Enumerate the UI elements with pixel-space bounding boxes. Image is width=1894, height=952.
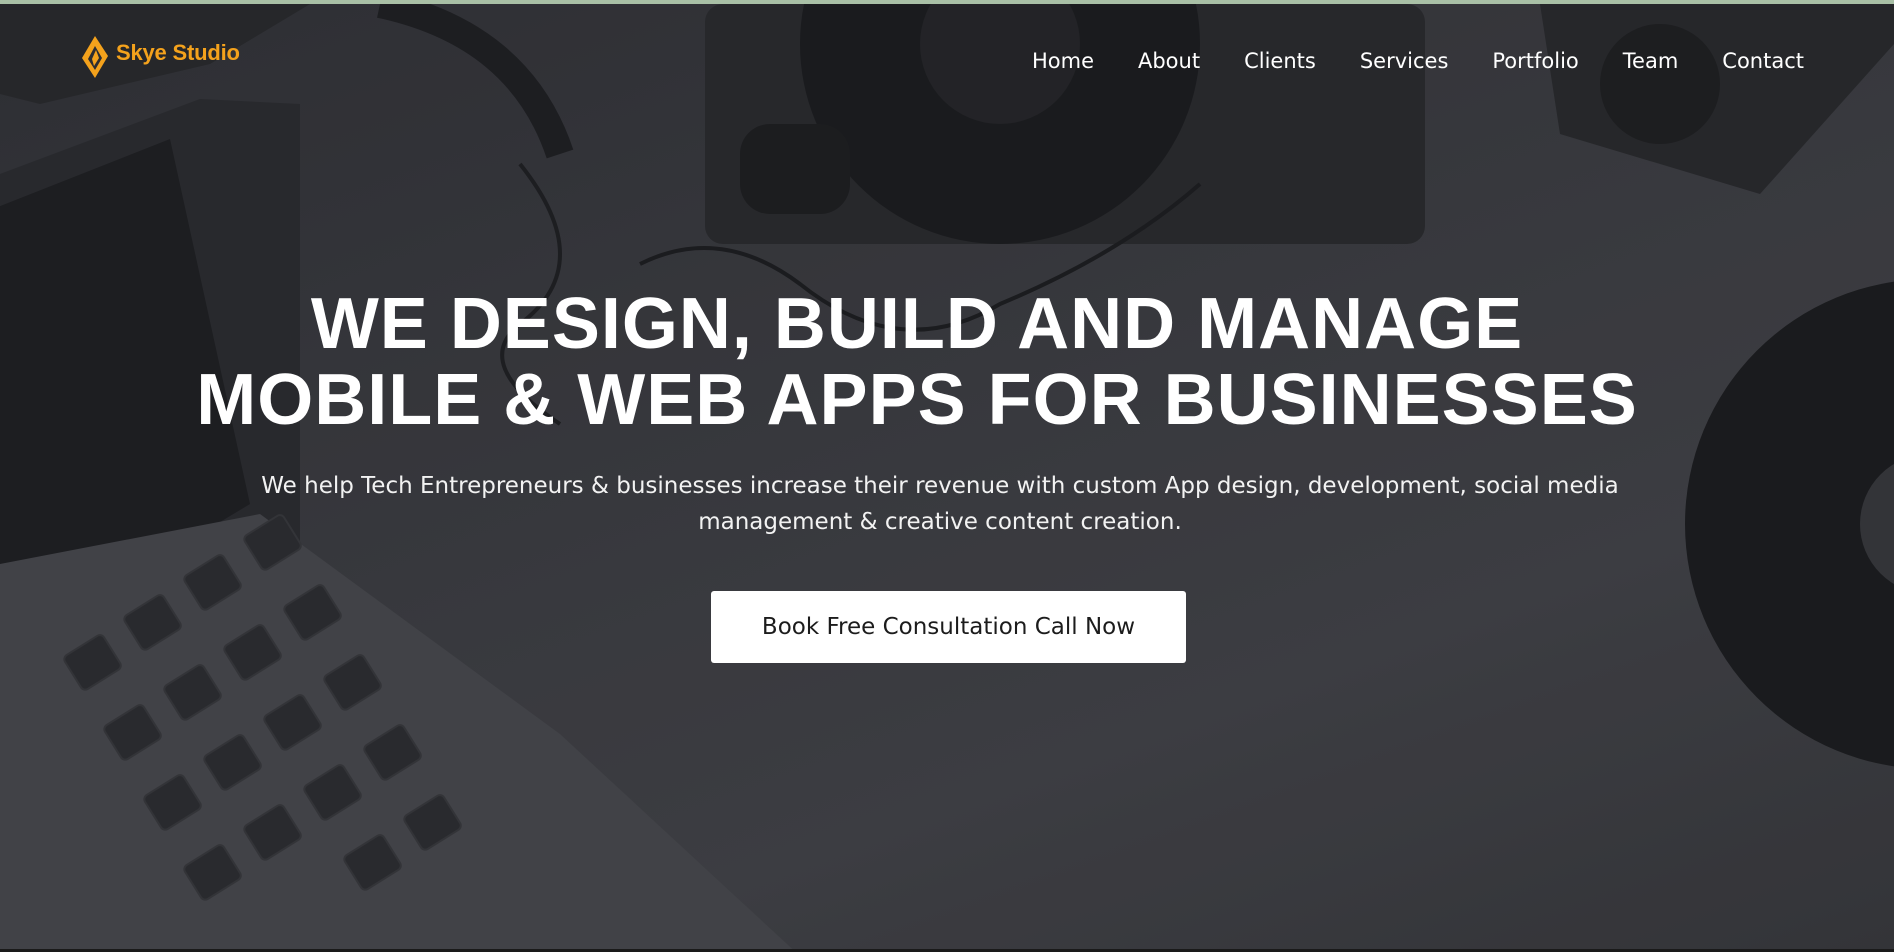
hero-headline-line1: WE DESIGN, BUILD AND MANAGE bbox=[310, 284, 1524, 364]
nav-home[interactable]: Home bbox=[1010, 46, 1116, 76]
book-consultation-button[interactable]: Book Free Consultation Call Now bbox=[711, 591, 1186, 663]
site-header: Skye Studio Home About Clients Services … bbox=[0, 4, 1894, 114]
nav-clients[interactable]: Clients bbox=[1222, 46, 1338, 76]
page: Skye Studio Home About Clients Services … bbox=[0, 0, 1894, 952]
nav-contact[interactable]: Contact bbox=[1700, 46, 1804, 76]
nav-about[interactable]: About bbox=[1116, 46, 1222, 76]
hero-subtext: We help Tech Entrepreneurs & businesses … bbox=[261, 473, 1619, 535]
hero-headline-line2: MOBILE & WEB APPS FOR BUSINESSES bbox=[196, 360, 1638, 440]
brand-name: Skye Studio bbox=[116, 40, 240, 65]
main-nav: Home About Clients Services Portfolio Te… bbox=[1010, 46, 1804, 76]
nav-portfolio[interactable]: Portfolio bbox=[1470, 46, 1600, 76]
hero-headline: WE DESIGN, BUILD AND MANAGE MOBILE & WEB… bbox=[0, 286, 1894, 438]
flame-logo-icon bbox=[82, 36, 108, 78]
nav-team[interactable]: Team bbox=[1601, 46, 1701, 76]
hero-section: WE DESIGN, BUILD AND MANAGE MOBILE & WEB… bbox=[0, 286, 1894, 540]
nav-services[interactable]: Services bbox=[1338, 46, 1471, 76]
brand-logo[interactable]: Skye Studio bbox=[78, 34, 240, 80]
